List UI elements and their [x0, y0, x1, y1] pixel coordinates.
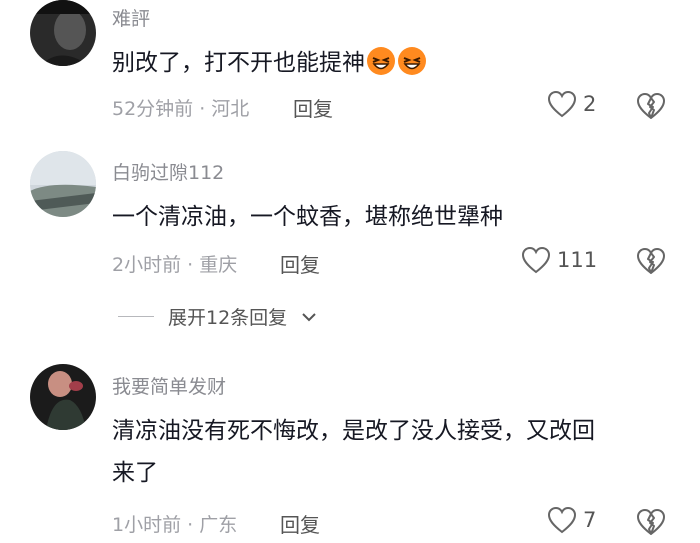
expand-replies-button[interactable]: 展开12条回复	[118, 303, 317, 330]
heart-icon	[521, 246, 551, 274]
username[interactable]: 难評	[112, 4, 150, 31]
username[interactable]: 我要简单发财	[112, 372, 226, 399]
time-location: 2小时前 · 重庆	[112, 254, 238, 276]
comment-text: 一个清凉油，一个蚊香，堪称绝世犟种	[112, 204, 503, 230]
like-count: 2	[583, 92, 597, 116]
comment-text-line: 清凉油没有死不悔改，是改了没人接受，又改回	[112, 418, 595, 444]
comment-text: 别改了，打不开也能提神	[112, 42, 662, 84]
broken-heart-icon[interactable]	[636, 92, 666, 120]
chevron-down-icon	[302, 312, 316, 321]
divider	[118, 316, 154, 317]
avatar[interactable]	[30, 364, 96, 430]
reply-button[interactable]: 回复	[280, 509, 320, 538]
comment-text-line: 来了	[112, 460, 158, 486]
like-count: 7	[583, 508, 597, 532]
avatar[interactable]	[30, 151, 96, 217]
laughing-face-emoji-icon	[398, 47, 426, 75]
broken-heart-icon[interactable]	[636, 508, 666, 536]
comment-text-body: 别改了，打不开也能提神	[112, 50, 365, 76]
heart-icon	[547, 506, 577, 534]
like-button[interactable]: 111	[521, 246, 597, 274]
avatar[interactable]	[30, 0, 96, 66]
time-location: 52分钟前 · 河北	[112, 98, 250, 120]
username[interactable]: 白驹过隙112	[112, 158, 224, 185]
reply-button[interactable]: 回复	[293, 93, 333, 122]
like-button[interactable]: 2	[547, 90, 596, 118]
heart-icon	[547, 90, 577, 118]
reply-button[interactable]: 回复	[280, 249, 320, 278]
like-count: 111	[557, 248, 598, 272]
broken-heart-icon[interactable]	[636, 247, 666, 275]
laughing-face-emoji-icon	[367, 47, 395, 75]
time-location: 1小时前 · 广东	[112, 514, 238, 536]
expand-replies-label: 展开12条回复	[168, 307, 288, 329]
like-button[interactable]: 7	[547, 506, 596, 534]
comment-text: 清凉油没有死不悔改，是改了没人接受，又改回 来了	[112, 410, 662, 494]
